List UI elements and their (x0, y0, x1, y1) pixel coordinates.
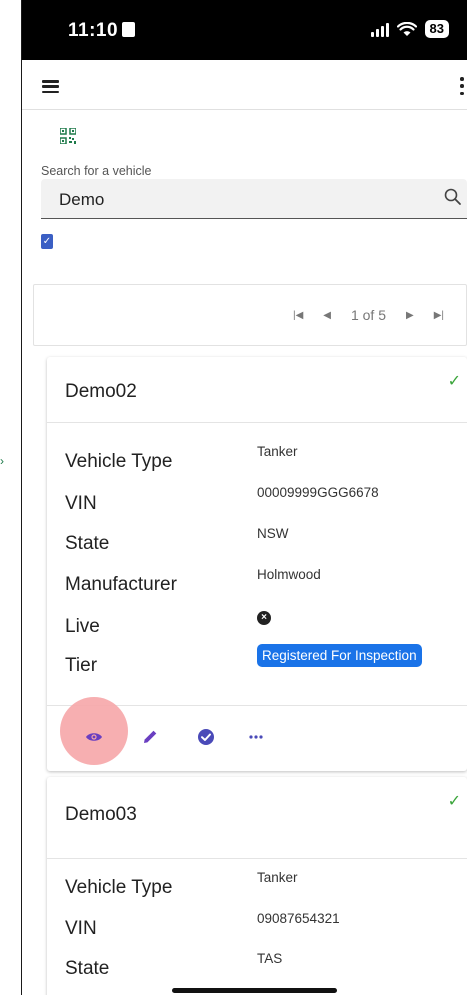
pagination-controls: |◀ ◀ 1 of 5 ▶ ▶| (293, 307, 444, 323)
vehicle-card[interactable]: Demo02 ✓ Vehicle Type Tanker VIN 0000999… (47, 357, 467, 771)
qr-code-icon[interactable] (60, 128, 76, 144)
field-label-state: State (65, 958, 110, 979)
field-label-vin: VIN (65, 918, 97, 939)
status-indicators: 83 (370, 20, 449, 38)
first-page-icon[interactable]: |◀ (293, 310, 303, 321)
field-value-vin: 00009999GGG6678 (257, 485, 379, 500)
field-label-vin: VIN (65, 493, 97, 514)
prev-page-icon[interactable]: ◀ (323, 310, 331, 321)
frame-edge (0, 0, 22, 995)
card-actions (47, 697, 467, 771)
sim-icon (122, 22, 136, 37)
eye-icon[interactable] (85, 728, 103, 746)
pagination-bar: |◀ ◀ 1 of 5 ▶ ▶| (33, 284, 467, 346)
pencil-icon[interactable] (141, 728, 159, 746)
filter-checkbox[interactable]: ✓ (41, 234, 53, 249)
close-circle-icon: × (257, 611, 271, 625)
side-arrow-icon: › (0, 454, 4, 468)
field-value-vehicle-type: Tanker (257, 444, 298, 459)
search-icon[interactable] (443, 187, 463, 207)
wifi-icon (396, 21, 417, 36)
vehicle-name: Demo02 (65, 381, 137, 402)
search-input[interactable]: Demo (41, 179, 467, 219)
next-page-icon[interactable]: ▶ (406, 310, 414, 321)
field-value-manufacturer: Holmwood (257, 567, 321, 582)
frame-edge-line (21, 0, 22, 995)
field-label-vehicle-type: Vehicle Type (65, 877, 173, 898)
field-value-state: NSW (257, 526, 289, 541)
field-value-vehicle-type: Tanker (257, 870, 298, 885)
page-count: 1 of 5 (350, 307, 386, 323)
field-label-state: State (65, 533, 110, 554)
home-indicator[interactable] (172, 988, 337, 993)
field-label-manufacturer: Manufacturer (65, 574, 177, 595)
search-label: Search for a vehicle (41, 164, 152, 178)
signal-icon (370, 22, 389, 37)
check-icon: ✓ (447, 373, 461, 390)
status-bar: 11:10 83 (22, 0, 467, 60)
field-value-state: TAS (257, 951, 283, 966)
check-icon: ✓ (447, 793, 461, 810)
vehicle-name: Demo03 (65, 804, 137, 825)
check-circle-icon[interactable] (197, 728, 215, 746)
card-divider (47, 422, 467, 423)
more-horizontal-icon[interactable] (247, 728, 265, 746)
field-label-vehicle-type: Vehicle Type (65, 451, 173, 472)
menu-icon[interactable] (42, 80, 59, 93)
card-divider (47, 858, 467, 859)
vehicle-card[interactable]: Demo03 ✓ Vehicle Type Tanker VIN 0908765… (47, 777, 467, 995)
last-page-icon[interactable]: ▶| (434, 310, 444, 321)
app-bar (22, 60, 467, 110)
field-label-live: Live (65, 616, 100, 637)
status-time-text: 11:10 (68, 20, 119, 41)
tier-badge: Registered For Inspection (257, 644, 422, 667)
search-value[interactable]: Demo (59, 190, 104, 210)
status-time: 11:10 (68, 20, 136, 42)
kebab-icon[interactable] (459, 77, 465, 95)
field-value-vin: 09087654321 (257, 911, 340, 926)
field-label-tier: Tier (65, 655, 98, 676)
battery-indicator: 83 (424, 20, 449, 38)
